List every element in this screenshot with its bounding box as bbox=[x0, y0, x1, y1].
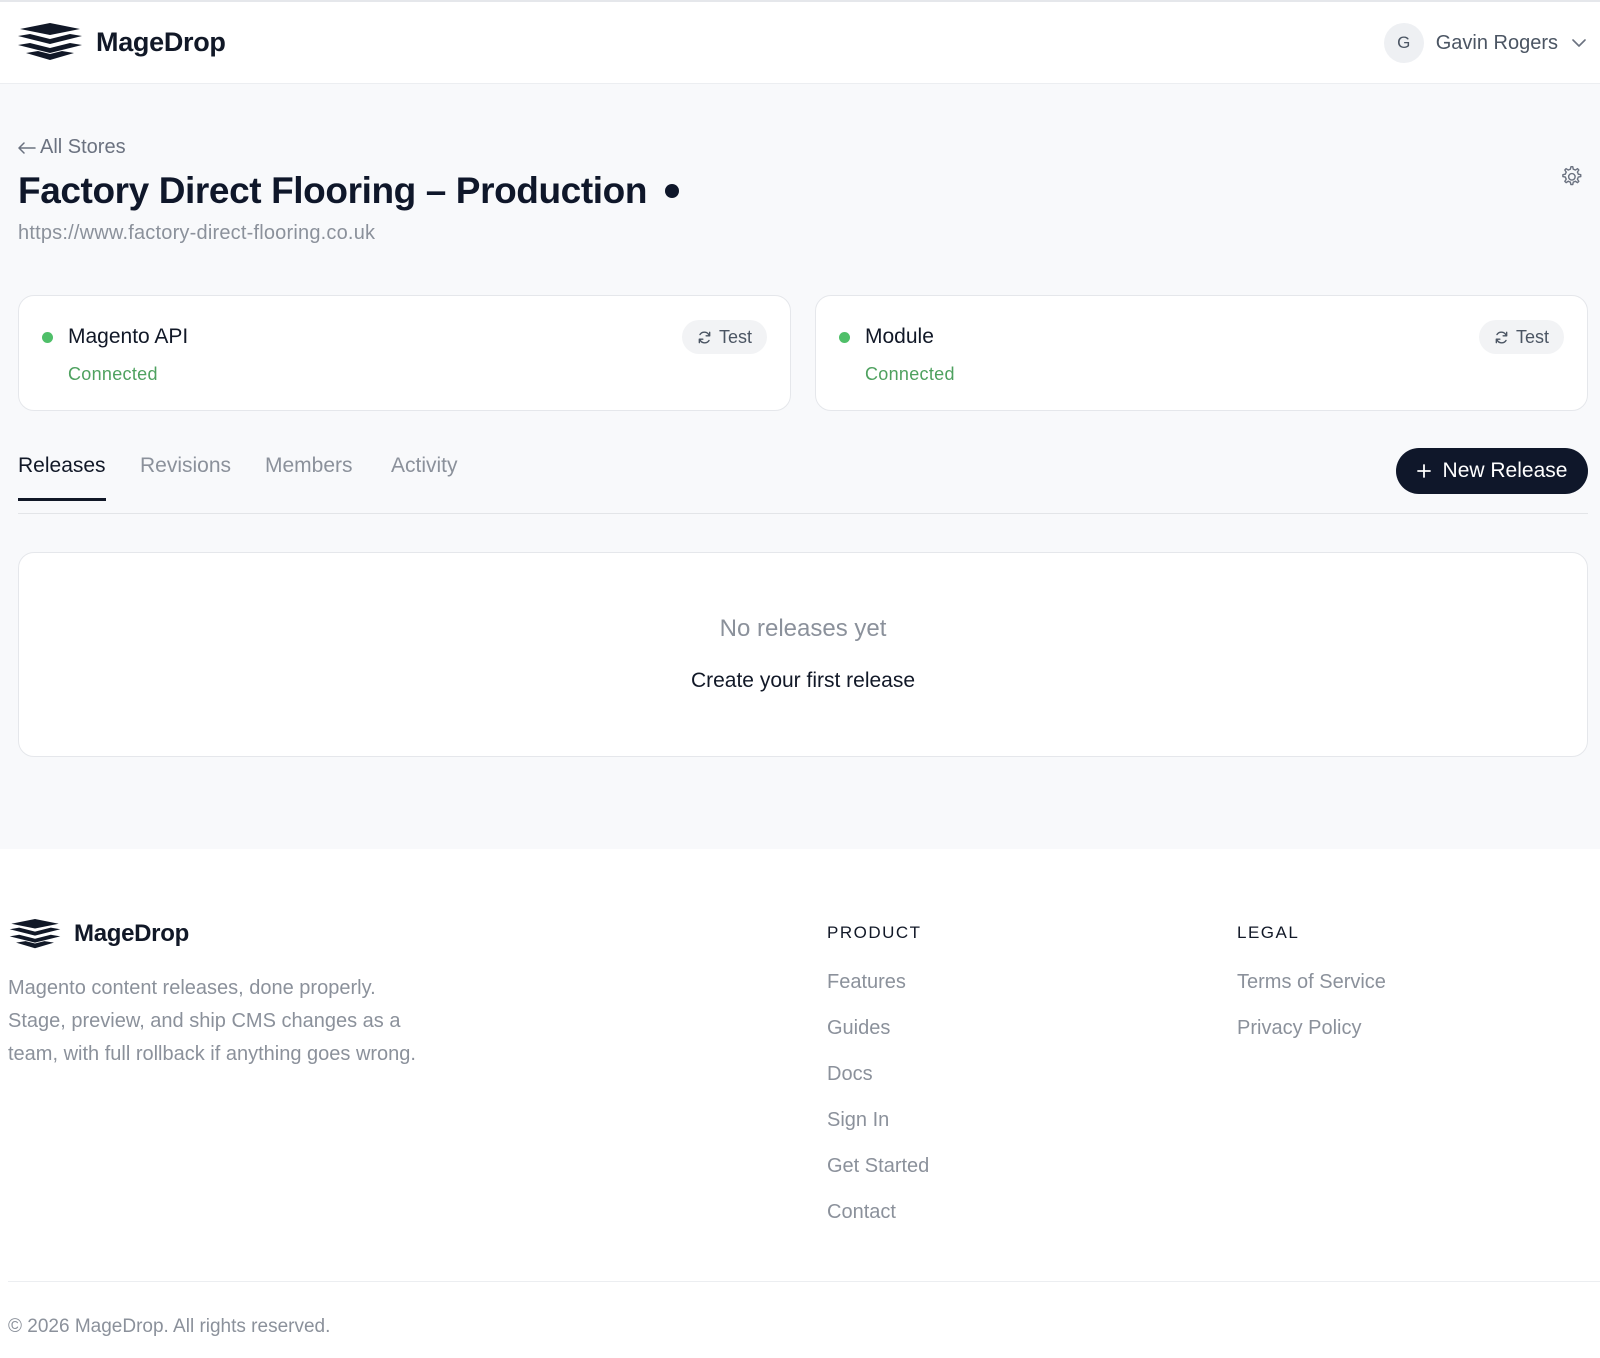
empty-state-title: No releases yet bbox=[719, 615, 887, 642]
tagline-line: Stage, preview, and ship CMS changes as … bbox=[8, 1010, 401, 1032]
releases-empty-state: No releases yet Create your first releas… bbox=[18, 552, 1588, 757]
refresh-icon bbox=[698, 330, 711, 344]
footer-link-contact[interactable]: Contact bbox=[827, 1189, 929, 1235]
logo-icon bbox=[18, 23, 82, 60]
footer-product-heading: PRODUCT bbox=[827, 923, 922, 942]
test-module-button[interactable]: Test bbox=[1479, 320, 1564, 354]
test-magento-api-button[interactable]: Test bbox=[682, 320, 767, 354]
tagline-line: Magento content releases, done properly. bbox=[8, 977, 376, 999]
status-dot bbox=[839, 332, 850, 343]
footer-legal-links: Terms of Service Privacy Policy bbox=[1237, 959, 1386, 1051]
back-link[interactable]: All Stores bbox=[18, 136, 126, 159]
test-label: Test bbox=[718, 326, 752, 347]
magento-api-card: Magento API Connected Test bbox=[18, 295, 791, 411]
avatar: G bbox=[1383, 23, 1424, 63]
footer-link-privacy[interactable]: Privacy Policy bbox=[1237, 1005, 1386, 1051]
refresh-icon bbox=[1495, 330, 1508, 344]
footer-link-terms[interactable]: Terms of Service bbox=[1237, 959, 1386, 1005]
user-name: Gavin Rogers bbox=[1435, 31, 1558, 54]
new-release-button[interactable]: New Release bbox=[1396, 448, 1588, 494]
status-badge: Connected bbox=[865, 364, 955, 384]
gear-icon bbox=[1562, 166, 1582, 186]
tab-members[interactable]: Members bbox=[265, 454, 353, 498]
footer-brand-name: MageDrop bbox=[74, 920, 189, 947]
footer-link-features[interactable]: Features bbox=[827, 959, 929, 1005]
tab-bar: Releases Revisions Members Activity New … bbox=[18, 434, 1588, 514]
test-label: Test bbox=[1515, 326, 1549, 347]
module-card: Module Connected Test bbox=[815, 295, 1588, 411]
chevron-down-icon bbox=[1572, 38, 1586, 47]
tab-activity[interactable]: Activity bbox=[391, 454, 458, 498]
status-dot bbox=[42, 332, 53, 343]
card-title: Magento API bbox=[68, 325, 189, 348]
footer-link-get-started[interactable]: Get Started bbox=[827, 1143, 929, 1189]
brand-logo[interactable]: MageDrop bbox=[18, 22, 226, 62]
store-status-dot bbox=[665, 184, 680, 198]
back-link-label: All Stores bbox=[40, 136, 126, 158]
tab-revisions[interactable]: Revisions bbox=[140, 454, 231, 498]
plus-icon bbox=[1416, 464, 1431, 478]
footer-link-sign-in[interactable]: Sign In bbox=[827, 1097, 929, 1143]
page-title: Factory Direct Flooring – Production bbox=[18, 170, 648, 211]
arrow-left-icon bbox=[18, 141, 36, 154]
copyright: © 2026 MageDrop. All rights reserved. bbox=[8, 1316, 331, 1337]
store-url[interactable]: https://www.factory-direct-flooring.co.u… bbox=[18, 222, 375, 245]
create-first-release-link[interactable]: Create your first release bbox=[19, 669, 1587, 693]
footer-legal-heading: LEGAL bbox=[1237, 923, 1300, 942]
brand-name: MageDrop bbox=[96, 26, 226, 57]
tagline-line: team, with full rollback if anything goe… bbox=[8, 1043, 416, 1065]
footer-link-guides[interactable]: Guides bbox=[827, 1005, 929, 1051]
card-title: Module bbox=[865, 325, 934, 348]
settings-button[interactable] bbox=[1558, 164, 1584, 195]
main-content: All Stores Factory Direct Flooring – Pro… bbox=[0, 84, 1600, 849]
store-title-row: Factory Direct Flooring – Production bbox=[18, 170, 680, 212]
footer-divider bbox=[8, 1281, 1600, 1282]
new-release-label: New Release bbox=[1442, 459, 1568, 482]
site-footer: MageDrop Magento content releases, done … bbox=[0, 849, 1600, 1358]
footer-tagline: Magento content releases, done properly.… bbox=[8, 972, 468, 1071]
app-header: MageDrop G Gavin Rogers bbox=[0, 2, 1600, 84]
tab-releases[interactable]: Releases bbox=[18, 454, 106, 501]
status-badge: Connected bbox=[68, 364, 158, 384]
footer-link-docs[interactable]: Docs bbox=[827, 1051, 929, 1097]
footer-product-links: Features Guides Docs Sign In Get Started… bbox=[827, 959, 929, 1235]
logo-icon bbox=[9, 919, 61, 949]
user-menu[interactable]: G Gavin Rogers bbox=[1383, 22, 1586, 64]
footer-logo[interactable]: MageDrop bbox=[8, 919, 189, 949]
